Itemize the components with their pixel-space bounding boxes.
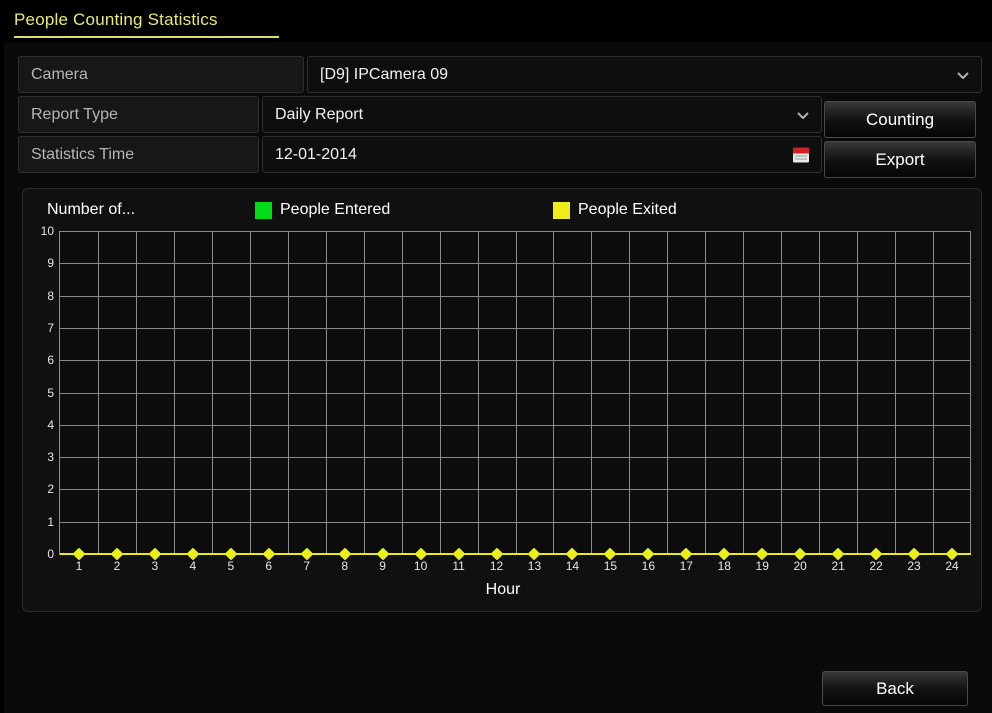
statistics-time-field[interactable]: 12-01-2014 (262, 136, 822, 173)
chart-plot-area: 0 1 2 3 4 5 6 7 8 9 10 1 2 3 4 5 6 7 8 9 10 11 12 13 14 15 16 17 18 1… (41, 224, 971, 573)
chart-x-tick-label: 18 (717, 559, 731, 573)
chart-y-tick-label: 1 (47, 514, 54, 529)
camera-select-value: [D9] IPCamera 09 (320, 65, 449, 83)
chart-x-tick-label: 13 (527, 559, 542, 573)
statistics-time-value: 12-01-2014 (275, 145, 357, 163)
chart-data-point (110, 547, 124, 561)
chart-x-tick-label: 7 (303, 559, 311, 573)
chart-x-tick-label: 20 (793, 559, 807, 573)
chart-gridline-vertical (135, 231, 137, 554)
chart-y-tick-label: 4 (47, 417, 54, 432)
chart-gridline-vertical (363, 231, 365, 554)
chart-gridline-vertical (287, 231, 289, 554)
chart-data-point (376, 547, 390, 561)
chart-gridline-vertical (439, 231, 441, 554)
chart-x-tick-label: 15 (603, 559, 618, 573)
chart-data-point (224, 547, 238, 561)
chart-y-tick-label: 3 (47, 450, 54, 465)
chart-x-tick-label: 4 (189, 559, 197, 573)
chart-gridline-vertical (97, 231, 99, 554)
chart-gridline-vertical (553, 231, 555, 554)
chart-gridline-vertical (211, 231, 213, 554)
chart-data-point (148, 547, 162, 561)
chart-data-point (186, 547, 200, 561)
chart-gridline-vertical (933, 231, 935, 554)
chart-x-tick-label: 17 (679, 559, 693, 573)
chart-x-tick-label: 22 (869, 559, 883, 573)
chart-y-tick-label: 2 (47, 482, 54, 497)
chart-data-point (300, 547, 314, 561)
chart-x-tick-label: 16 (641, 559, 656, 573)
chart-x-tick-label: 11 (452, 559, 465, 573)
camera-label: Camera (18, 56, 304, 93)
chart-y-tick-label: 6 (47, 353, 54, 368)
export-button[interactable]: Export (824, 141, 976, 178)
chart-x-axis-title: Hour (485, 581, 521, 598)
title-underline (14, 36, 279, 38)
chart-data-point (262, 547, 276, 561)
chart-gridline-vertical (173, 231, 175, 554)
chart-x-tick-label: 2 (113, 559, 121, 573)
chart-gridline-vertical (249, 231, 251, 554)
people-counting-statistics-window: People Counting Statistics Camera [D9] I… (0, 0, 992, 713)
chart-gridline-vertical (819, 231, 821, 554)
chart-x-tick-label: 6 (265, 559, 273, 573)
chart-gridline-vertical (667, 231, 669, 554)
report-type-select-value: Daily Report (275, 105, 364, 123)
chart-x-tick-label: 9 (379, 559, 386, 573)
back-button[interactable]: Back (822, 671, 968, 706)
chart-gridline-vertical (401, 231, 403, 554)
chevron-down-icon[interactable] (797, 111, 809, 119)
chart-gridline-vertical (515, 231, 517, 554)
people-counting-chart: Number of... People Entered People Exite… (22, 188, 982, 612)
chart-data-point (338, 547, 352, 561)
report-type-label: Report Type (18, 96, 259, 133)
chart-x-tick-label: 5 (227, 559, 235, 573)
counting-button[interactable]: Counting (824, 101, 976, 138)
report-type-select[interactable]: Daily Report (262, 96, 822, 133)
chart-gridline-vertical (781, 231, 783, 554)
page-title: People Counting Statistics (14, 10, 218, 29)
chevron-down-icon[interactable] (957, 71, 969, 79)
chart-x-tick-label: 14 (565, 559, 580, 573)
chart-gridline-vertical (970, 231, 971, 554)
chart-gridline-vertical (743, 231, 745, 554)
chart-gridline-vertical (857, 231, 859, 554)
chart-gridline-vertical (325, 231, 327, 554)
chart-x-tick-label: 3 (151, 559, 159, 573)
chart-x-tick-label: 10 (413, 559, 428, 573)
chart-y-tick-label: 10 (40, 224, 54, 238)
chart-gridline-vertical (591, 231, 593, 554)
chart-x-tick-label: 1 (75, 559, 83, 573)
chart-gridline-vertical (705, 231, 707, 554)
statistics-time-label: Statistics Time (18, 136, 259, 173)
chart-x-tick-label: 19 (755, 559, 769, 573)
chart-y-tick-label: 0 (47, 547, 54, 561)
chart-plot-wrap: 0 1 2 3 4 5 6 7 8 9 10 1 2 3 4 5 6 7 8 9 10 11 12 13 14 15 16 17 18 1… (23, 189, 983, 613)
chart-y-tick-label: 8 (47, 288, 54, 303)
chart-x-tick-label: 12 (489, 559, 504, 573)
chart-y-tick-label: 5 (47, 385, 54, 400)
chart-x-tick-label: 8 (341, 559, 349, 573)
camera-row: Camera [D9] IPCamera 09 (18, 56, 982, 93)
chart-x-tick-label: 21 (831, 559, 845, 573)
chart-x-tick-label: 24 (945, 559, 959, 573)
calendar-icon[interactable] (793, 147, 809, 162)
camera-select[interactable]: [D9] IPCamera 09 (307, 56, 982, 93)
chart-gridline-vertical (629, 231, 631, 554)
title-bar: People Counting Statistics (4, 2, 992, 42)
chart-gridline-vertical (895, 231, 897, 554)
chart-x-tick-label: 23 (907, 559, 921, 573)
chart-gridline-vertical (477, 231, 479, 554)
chart-y-tick-label: 9 (47, 256, 54, 271)
chart-y-tick-label: 7 (47, 320, 54, 335)
chart-data-point (72, 547, 86, 561)
